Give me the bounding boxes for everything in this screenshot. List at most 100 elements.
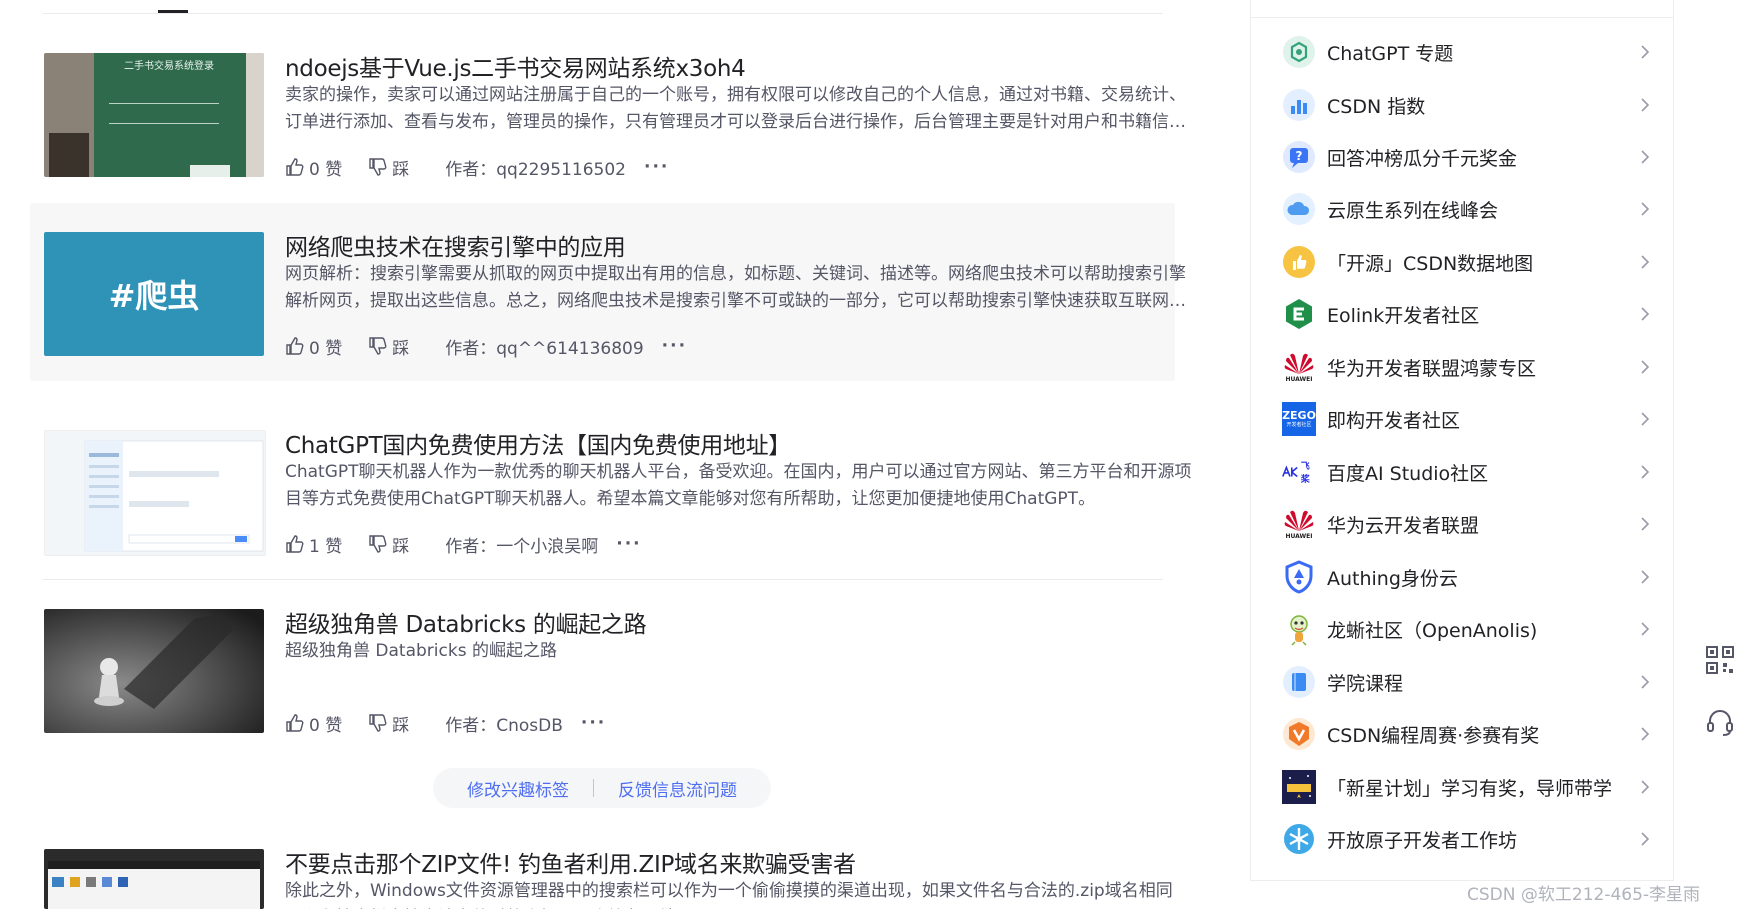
paddle-icon: 飞桨 [1281, 454, 1317, 490]
chevron-right-icon [1641, 202, 1650, 216]
sidebar-item-label: 即构开发者社区 [1327, 409, 1461, 432]
qr-code-button[interactable] [1700, 640, 1737, 680]
sidebar-item-label: 开放原子开发者工作坊 [1327, 829, 1518, 852]
article-author[interactable]: 作者：qq2295116502 [445, 155, 626, 180]
thumbs-down-icon [369, 337, 387, 355]
chevron-right-icon [1641, 465, 1650, 479]
article-thumbnail[interactable] [44, 609, 264, 733]
eolink-icon [1281, 296, 1317, 332]
like-button[interactable]: 0 赞 [285, 711, 342, 736]
huawei-wordmark: HUAWEI [1285, 375, 1313, 383]
zego-logo-subtext: 开发者社区 [1286, 421, 1312, 428]
feedback-stream-link[interactable]: 反馈信息流问题 [618, 776, 737, 801]
article-description[interactable]: 超级独角兽 Databricks 的崛起之路 [285, 638, 1195, 665]
dislike-label: 踩 [392, 715, 410, 736]
article-description[interactable]: 网页解析：搜索引擎需要从抓取的网页中提取出有用的信息，如标题、关键词、描述等。网… [285, 261, 1195, 315]
book-icon [1281, 664, 1317, 700]
dislike-label: 踩 [392, 159, 410, 180]
sidebar-item-label: 「开源」CSDN数据地图 [1327, 252, 1534, 275]
sidebar-item-open-source-map[interactable]: 「开源」CSDN数据地图 [1281, 242, 1651, 282]
article-card[interactable]: 不要点击那个ZIP文件! 钓鱼者利用.ZIP域名来欺骗受害者 除此之外，Wind… [30, 831, 1175, 909]
more-options-button[interactable]: ··· [644, 157, 669, 177]
right-sidebar: ChatGPT 专题 CSDN 指数 ? 回答冲榜瓜分千元奖金 云原生系列在线峰… [1250, 0, 1674, 881]
sidebar-item-label: 学院课程 [1327, 672, 1404, 695]
article-author[interactable]: 作者：qq^^614136809 [445, 334, 643, 359]
star-plan-icon [1281, 769, 1317, 805]
sidebar-item-academy-courses[interactable]: 学院课程 [1281, 662, 1651, 702]
zego-logo-text: ZEGO [1282, 408, 1316, 422]
chevron-right-icon [1641, 622, 1650, 636]
sidebar-item-eolink[interactable]: Eolink开发者社区 [1281, 294, 1651, 334]
thumbs-down-icon [369, 714, 387, 732]
chevron-right-icon [1641, 570, 1650, 584]
sidebar-item-zego[interactable]: ZEGO 开发者社区 即构开发者社区 [1281, 399, 1651, 439]
more-options-button[interactable]: ··· [616, 534, 641, 554]
sidebar-item-cloud-native[interactable]: 云原生系列在线峰会 [1281, 189, 1651, 229]
article-title[interactable]: 不要点击那个ZIP文件! 钓鱼者利用.ZIP域名来欺骗受害者 [285, 845, 856, 879]
huawei-icon: HUAWEI [1281, 349, 1317, 385]
article-thumbnail[interactable] [44, 430, 266, 556]
like-button[interactable]: 1 赞 [285, 532, 342, 557]
headset-icon [1707, 710, 1733, 736]
chevron-right-icon [1641, 727, 1650, 741]
sidebar-item-huawei-cloud[interactable]: HUAWEI 华为云开发者联盟 [1281, 504, 1651, 544]
tab-underline-rule [43, 13, 1163, 14]
chevron-right-icon [1641, 360, 1650, 374]
sidebar-item-authing[interactable]: Authing身份云 [1281, 557, 1651, 597]
article-thumbnail[interactable]: #爬虫 [44, 232, 264, 356]
thumbs-up-icon [286, 158, 304, 176]
dislike-label: 踩 [392, 338, 410, 359]
chatgpt-icon [1281, 34, 1317, 70]
thumbs-up-icon [286, 535, 304, 553]
sidebar-item-new-star-plan[interactable]: 「新星计划」学习有奖，导师带学 [1281, 767, 1651, 807]
article-description[interactable]: 卖家的操作，卖家可以通过网站注册属于自己的一个账号，拥有权限可以修改自己的个人信… [285, 82, 1195, 136]
paddle-wordmark: 飞桨 [1300, 462, 1310, 485]
article-title[interactable]: ndoejs基于Vue.js二手书交易网站系统x3oh4 [285, 49, 746, 83]
article-thumbnail[interactable] [44, 849, 264, 909]
sidebar-item-answer-ranking[interactable]: ? 回答冲榜瓜分千元奖金 [1281, 137, 1651, 177]
chevron-right-icon [1641, 255, 1650, 269]
article-description[interactable]: 除此之外，Windows文件资源管理器中的搜索栏可以作为一个偷偷摸摸的渠道出现，… [285, 878, 1175, 909]
article-card[interactable]: 二手书交易系统登录 ndoejs基于Vue.js二手书交易网站系统x3oh4 卖… [30, 35, 1186, 213]
dislike-button[interactable]: 踩 [368, 711, 409, 736]
article-divider [43, 579, 1163, 580]
article-title[interactable]: ChatGPT国内免费使用方法【国内免费使用地址】 [285, 426, 791, 460]
thumbs-down-icon [369, 535, 387, 553]
like-button[interactable]: 0 赞 [285, 334, 342, 359]
more-options-button[interactable]: ··· [581, 713, 606, 733]
feedback-separator [593, 779, 594, 797]
more-options-button[interactable]: ··· [662, 336, 687, 356]
dislike-button[interactable]: 踩 [368, 155, 409, 180]
sidebar-item-weekly-contest[interactable]: CSDN编程周赛·参赛有奖 [1281, 714, 1651, 754]
dislike-button[interactable]: 踩 [368, 532, 409, 557]
sidebar-item-openanolis[interactable]: 龙蜥社区（OpenAnolis) [1281, 609, 1651, 649]
chevron-right-icon [1641, 45, 1650, 59]
like-count: 0 赞 [309, 715, 343, 736]
edit-interest-tags-link[interactable]: 修改兴趣标签 [467, 776, 569, 801]
cloud-icon [1281, 191, 1317, 227]
sidebar-item-chatgpt[interactable]: ChatGPT 专题 [1281, 32, 1651, 72]
chevron-right-icon [1641, 517, 1650, 531]
article-title[interactable]: 网络爬虫技术在搜索引擎中的应用 [285, 228, 626, 262]
article-title[interactable]: 超级独角兽 Databricks 的崛起之路 [285, 605, 647, 639]
sidebar-item-label: ChatGPT 专题 [1327, 42, 1454, 65]
sidebar-item-baidu-ai-studio[interactable]: 飞桨 百度AI Studio社区 [1281, 452, 1651, 492]
sidebar-item-label: 回答冲榜瓜分千元奖金 [1327, 147, 1518, 170]
customer-service-button[interactable] [1700, 702, 1737, 742]
article-description[interactable]: ChatGPT聊天机器人作为一款优秀的聊天机器人平台，备受欢迎。在国内，用户可以… [285, 459, 1195, 513]
dislike-button[interactable]: 踩 [368, 334, 409, 359]
article-author[interactable]: 作者：一个小浪吴啊 [445, 532, 598, 557]
like-button[interactable]: 0 赞 [285, 155, 342, 180]
sidebar-item-huawei-harmony[interactable]: HUAWEI 华为开发者联盟鸿蒙专区 [1281, 347, 1651, 387]
sidebar-item-label: CSDN 指数 [1327, 95, 1426, 118]
article-card[interactable]: ChatGPT国内免费使用方法【国内免费使用地址】 ChatGPT聊天机器人作为… [30, 412, 1192, 590]
sidebar-item-open-atom[interactable]: 开放原子开发者工作坊 [1281, 819, 1651, 859]
article-card[interactable]: 超级独角兽 Databricks 的崛起之路 超级独角兽 Databricks … [30, 591, 1175, 769]
huawei-wordmark: HUAWEI [1285, 532, 1313, 540]
article-thumbnail[interactable]: 二手书交易系统登录 [44, 53, 264, 177]
article-card[interactable]: #爬虫 网络爬虫技术在搜索引擎中的应用 网页解析：搜索引擎需要从抓取的网页中提取… [30, 203, 1186, 381]
sidebar-item-label: 华为云开发者联盟 [1327, 514, 1480, 537]
chevron-right-icon [1641, 675, 1650, 689]
sidebar-item-csdn-index[interactable]: CSDN 指数 [1281, 85, 1651, 125]
article-author[interactable]: 作者：CnosDB [445, 711, 563, 736]
